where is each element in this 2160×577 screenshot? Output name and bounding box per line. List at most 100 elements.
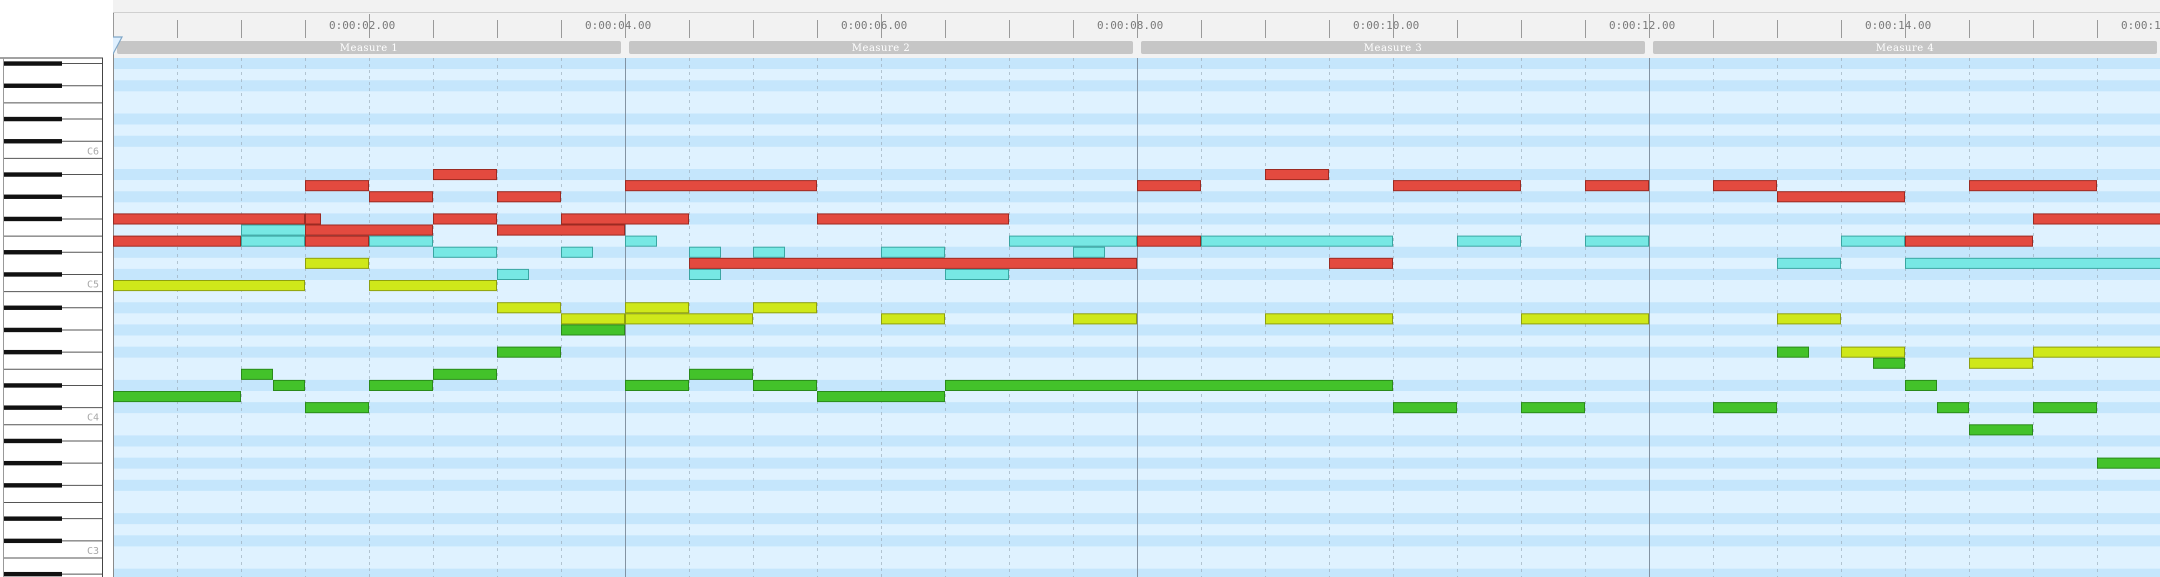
note-cyan[interactable] — [1777, 257, 1841, 269]
black-key[interactable] — [4, 61, 62, 66]
note-cyan[interactable] — [1073, 246, 1105, 258]
piano-keys[interactable]: C6 C5 C4 C3 — [0, 0, 113, 577]
note-cyan[interactable] — [1585, 235, 1649, 247]
note-green[interactable] — [497, 346, 561, 358]
note-green[interactable] — [305, 402, 369, 414]
black-key[interactable] — [4, 405, 62, 410]
note-red[interactable] — [369, 191, 433, 203]
black-key[interactable] — [4, 305, 62, 310]
black-key[interactable] — [4, 349, 62, 355]
note-red[interactable] — [561, 213, 689, 225]
black-key[interactable] — [4, 327, 62, 333]
note-red[interactable] — [305, 213, 321, 225]
note-green[interactable] — [689, 368, 753, 380]
note-green[interactable] — [1937, 402, 1969, 414]
note-cyan[interactable] — [497, 268, 529, 280]
black-key[interactable] — [4, 272, 62, 277]
measure-tab[interactable]: Measure 4 — [1653, 41, 2157, 54]
note-red[interactable] — [1265, 169, 1329, 181]
note-green[interactable] — [753, 379, 817, 391]
note-green[interactable] — [2097, 457, 2160, 469]
note-grid[interactable] — [113, 58, 2160, 577]
note-green[interactable] — [945, 379, 1393, 391]
black-key[interactable] — [4, 516, 62, 521]
note-cyan[interactable] — [1009, 235, 1137, 247]
note-green[interactable] — [561, 324, 625, 336]
note-red[interactable] — [817, 213, 1009, 225]
note-cyan[interactable] — [689, 268, 721, 280]
note-green[interactable] — [2033, 402, 2097, 414]
note-red[interactable] — [305, 180, 369, 192]
ruler-canvas[interactable]: 0:00:02.00 0:00:04.00 0:00:06.00 0:00:08.00… — [113, 0, 2160, 58]
note-red[interactable] — [433, 169, 497, 181]
note-yellow[interactable] — [369, 280, 497, 292]
note-green[interactable] — [1393, 402, 1457, 414]
note-red[interactable] — [497, 224, 625, 236]
note-red[interactable] — [625, 180, 817, 192]
note-green[interactable] — [1777, 346, 1809, 358]
note-yellow[interactable] — [1969, 357, 2033, 369]
note-yellow[interactable] — [625, 313, 753, 325]
note-yellow[interactable] — [881, 313, 945, 325]
note-red[interactable] — [113, 213, 305, 225]
black-key[interactable] — [4, 460, 62, 466]
note-cyan[interactable] — [369, 235, 433, 247]
note-red[interactable] — [1329, 257, 1393, 269]
note-cyan[interactable] — [433, 246, 497, 258]
note-cyan[interactable] — [753, 246, 785, 258]
note-yellow[interactable] — [2033, 346, 2160, 358]
note-green[interactable] — [817, 391, 945, 403]
note-green[interactable] — [241, 368, 273, 380]
note-yellow[interactable] — [497, 302, 561, 314]
black-key[interactable] — [4, 83, 62, 88]
note-green[interactable] — [1969, 424, 2033, 436]
note-red[interactable] — [433, 213, 497, 225]
note-red[interactable] — [1777, 191, 1905, 203]
note-cyan[interactable] — [1905, 257, 2160, 269]
note-green[interactable] — [113, 391, 241, 403]
note-red[interactable] — [1393, 180, 1521, 192]
note-green[interactable] — [1873, 357, 1905, 369]
note-yellow[interactable] — [1073, 313, 1137, 325]
note-red[interactable] — [1137, 235, 1201, 247]
black-key[interactable] — [4, 116, 62, 122]
note-red[interactable] — [689, 257, 1137, 269]
note-cyan[interactable] — [241, 235, 305, 247]
note-cyan[interactable] — [625, 235, 657, 247]
note-red[interactable] — [2033, 213, 2160, 225]
note-green[interactable] — [1905, 379, 1937, 391]
note-green[interactable] — [273, 379, 305, 391]
timeline-ruler[interactable]: 0:00:02.00 0:00:04.00 0:00:06.00 0:00:08.00… — [113, 0, 2160, 58]
note-green[interactable] — [625, 379, 689, 391]
note-red[interactable] — [1137, 180, 1201, 192]
note-yellow[interactable] — [305, 257, 369, 269]
black-key[interactable] — [4, 571, 62, 577]
note-red[interactable] — [1969, 180, 2097, 192]
note-cyan[interactable] — [561, 246, 593, 258]
note-yellow[interactable] — [561, 313, 625, 325]
note-yellow[interactable] — [1521, 313, 1649, 325]
note-yellow[interactable] — [1777, 313, 1841, 325]
note-green[interactable] — [1521, 402, 1585, 414]
measure-tab[interactable]: Measure 2 — [629, 41, 1133, 54]
measure-tab[interactable]: Measure 1 — [117, 41, 621, 54]
note-green[interactable] — [369, 379, 433, 391]
measure-tab[interactable]: Measure 3 — [1141, 41, 1645, 54]
black-key[interactable] — [4, 250, 62, 255]
piano-keyboard[interactable]: C6 C5 C4 C3 — [0, 0, 113, 577]
note-red[interactable] — [305, 235, 369, 247]
black-key[interactable] — [4, 438, 62, 444]
note-green[interactable] — [433, 368, 497, 380]
note-yellow[interactable] — [625, 302, 689, 314]
note-cyan[interactable] — [881, 246, 945, 258]
note-red[interactable] — [305, 224, 433, 236]
note-cyan[interactable] — [1457, 235, 1521, 247]
note-yellow[interactable] — [1841, 346, 1905, 358]
note-red[interactable] — [113, 235, 241, 247]
black-key[interactable] — [4, 139, 62, 144]
note-green[interactable] — [1713, 402, 1777, 414]
note-red[interactable] — [497, 191, 561, 203]
note-cyan[interactable] — [689, 246, 721, 258]
note-yellow[interactable] — [113, 280, 305, 292]
note-red[interactable] — [1713, 180, 1777, 192]
